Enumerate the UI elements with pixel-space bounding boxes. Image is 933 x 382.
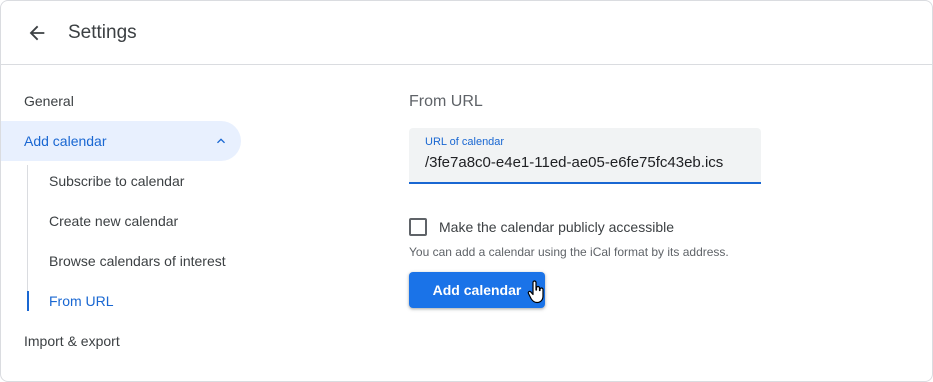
arrow-back-icon [29, 25, 45, 41]
sidebar-item-general[interactable]: General [1, 81, 241, 121]
settings-header: Settings [1, 1, 932, 65]
url-field-label: URL of calendar [425, 136, 505, 148]
sidebar-subitem-create[interactable]: Create new calendar [27, 201, 241, 241]
main-content: From URL URL of calendar /3fe7a8c0-e4e1-… [409, 65, 909, 381]
public-checkbox-label: Make the calendar publicly accessible [439, 219, 675, 235]
sidebar-item-label: Add calendar [24, 133, 107, 149]
hand-cursor-icon [527, 280, 544, 304]
settings-window: Settings General Add calendar Subscribe … [0, 0, 933, 382]
add-calendar-button[interactable]: Add calendar [409, 272, 545, 308]
sidebar-item-add-calendar[interactable]: Add calendar [1, 121, 241, 161]
sidebar-subitem-browse[interactable]: Browse calendars of interest [27, 241, 241, 281]
helper-text: You can add a calendar using the iCal fo… [409, 245, 729, 259]
sidebar-subitem-subscribe[interactable]: Subscribe to calendar [27, 161, 241, 201]
url-input-field[interactable]: URL of calendar /3fe7a8c0-e4e1-11ed-ae05… [409, 128, 761, 184]
public-checkbox-row: Make the calendar publicly accessible [409, 217, 674, 237]
url-field-value[interactable]: /3fe7a8c0-e4e1-11ed-ae05-e6fe75fc43eb.ic… [425, 154, 747, 171]
chevron-up-icon [217, 138, 225, 144]
section-title: From URL [409, 93, 483, 110]
sidebar-subitem-from-url[interactable]: From URL [27, 281, 241, 321]
page-title: Settings [68, 22, 137, 43]
sidebar-item-import-export[interactable]: Import & export [1, 321, 241, 361]
public-checkbox[interactable] [409, 218, 427, 236]
settings-sidebar: General Add calendar Subscribe to calend… [1, 65, 261, 381]
back-button[interactable] [17, 13, 57, 53]
